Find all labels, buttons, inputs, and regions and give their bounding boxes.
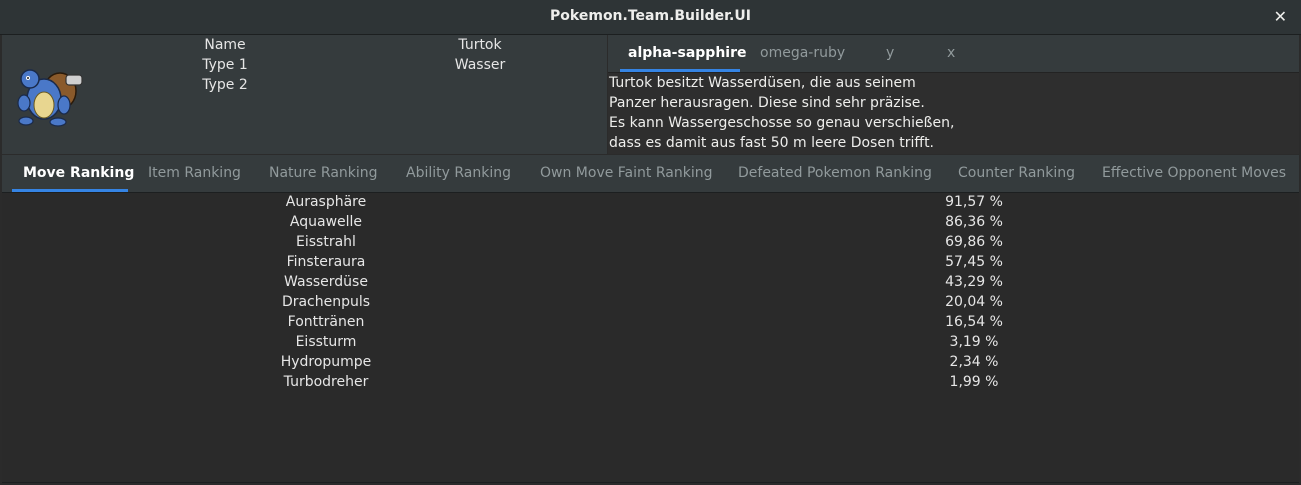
list-item[interactable]: Fonttränen 16,54 % — [2, 312, 1299, 332]
list-item[interactable]: Aurasphäre 91,57 % — [2, 192, 1299, 212]
move-name: Finsteraura — [286, 254, 366, 270]
description-text: Turtok besitzt Wasserdüsen, die aus sein… — [609, 73, 954, 153]
type1-value: Wasser — [454, 57, 506, 73]
tab-ability-ranking[interactable]: Ability Ranking — [406, 165, 511, 181]
list-item[interactable]: Aquawelle 86,36 % — [2, 212, 1299, 232]
move-percentage: 86,36 % — [945, 214, 1003, 230]
description-line: Turtok besitzt Wasserdüsen, die aus sein… — [609, 75, 916, 91]
list-item[interactable]: Hydropumpe 2,34 % — [2, 352, 1299, 372]
tab-defeated-pokemon-ranking[interactable]: Defeated Pokemon Ranking — [738, 165, 932, 181]
move-percentage: 16,54 % — [945, 314, 1003, 330]
tab-x[interactable]: x — [947, 45, 955, 61]
list-item[interactable]: Eisstrahl 69,86 % — [2, 232, 1299, 252]
pokemon-info-panel: Name Type 1 Type 2 Turtok Wasser — [2, 35, 607, 154]
description-line: dass es damit aus fast 50 m leere Dosen … — [609, 135, 935, 151]
list-item[interactable]: Finsteraura 57,45 % — [2, 252, 1299, 272]
description-line: Es kann Wassergeschosse so genau verschi… — [609, 115, 955, 131]
game-version-tabs: alpha-sapphire omega-ruby y x — [608, 35, 1299, 73]
tab-nature-ranking[interactable]: Nature Ranking — [269, 165, 378, 181]
tab-own-move-faint-ranking[interactable]: Own Move Faint Ranking — [540, 165, 712, 181]
list-item[interactable]: Turbodreher 1,99 % — [2, 372, 1299, 392]
tab-effective-opponent-moves[interactable]: Effective Opponent Moves — [1102, 165, 1286, 181]
tab-move-ranking[interactable]: Move Ranking — [23, 165, 134, 181]
tab-y[interactable]: y — [886, 45, 894, 61]
list-item[interactable]: Drachenpuls 20,04 % — [2, 292, 1299, 312]
ranking-tabs: Move Ranking Item Ranking Nature Ranking… — [2, 155, 1299, 193]
move-name: Drachenpuls — [281, 294, 371, 310]
window-title: Pokemon.Team.Builder.UI — [550, 8, 751, 24]
close-icon[interactable]: ✕ — [1274, 7, 1287, 26]
move-percentage: 91,57 % — [945, 194, 1003, 210]
pokedex-description-panel: alpha-sapphire omega-ruby y x Turtok bes… — [608, 35, 1299, 154]
list-item[interactable]: Eissturm 3,19 % — [2, 332, 1299, 352]
move-ranking-list: Aurasphäre 91,57 % Aquawelle 86,36 % Eisst… — [2, 193, 1299, 483]
tab-counter-ranking[interactable]: Counter Ranking — [958, 165, 1075, 181]
move-name: Turbodreher — [283, 374, 369, 390]
move-name: Eisstrahl — [296, 234, 356, 250]
tab-item-ranking[interactable]: Item Ranking — [148, 165, 241, 181]
move-name: Eissturm — [295, 334, 357, 350]
move-name: Aquawelle — [289, 214, 363, 230]
type2-label: Type 2 — [202, 77, 248, 93]
move-percentage: 20,04 % — [945, 294, 1003, 310]
move-percentage: 3,19 % — [949, 334, 999, 350]
active-tab-indicator — [620, 69, 740, 72]
list-item[interactable]: Wasserdüse 43,29 % — [2, 272, 1299, 292]
name-label: Name — [204, 37, 246, 53]
pokemon-sprite — [17, 69, 83, 127]
move-name: Hydropumpe — [280, 354, 372, 370]
tab-alpha-sapphire[interactable]: alpha-sapphire — [628, 45, 746, 61]
name-value: Turtok — [458, 37, 502, 53]
move-percentage: 1,99 % — [949, 374, 999, 390]
move-percentage: 2,34 % — [949, 354, 999, 370]
move-percentage: 69,86 % — [945, 234, 1003, 250]
move-percentage: 57,45 % — [945, 254, 1003, 270]
description-line: Panzer herausragen. Diese sind sehr präz… — [609, 95, 925, 111]
tab-omega-ruby[interactable]: omega-ruby — [760, 45, 845, 61]
move-name: Wasserdüse — [284, 274, 368, 290]
type1-label: Type 1 — [202, 57, 248, 73]
move-name: Fonttränen — [287, 314, 365, 330]
move-percentage: 43,29 % — [945, 274, 1003, 290]
title-bar: Pokemon.Team.Builder.UI ✕ — [0, 0, 1301, 35]
move-name: Aurasphäre — [285, 194, 367, 210]
